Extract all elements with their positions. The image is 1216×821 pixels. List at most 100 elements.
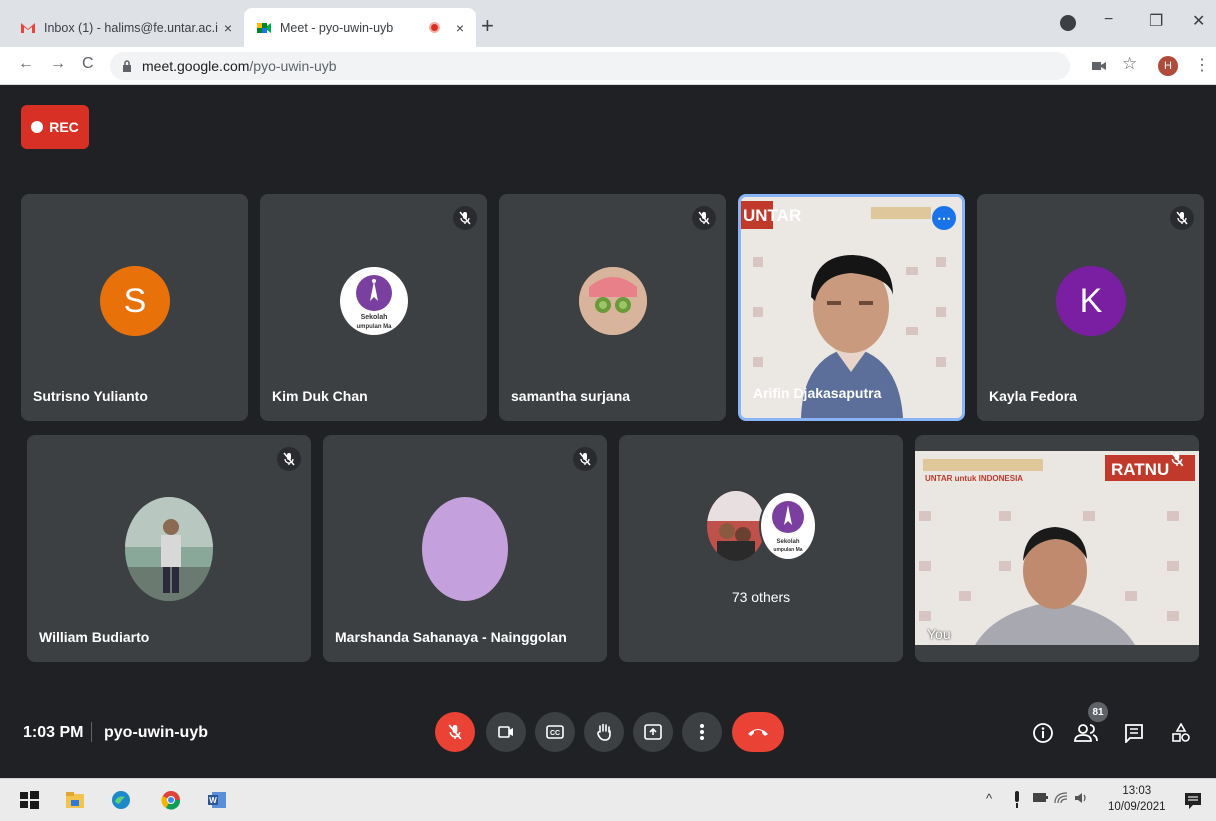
recording-badge[interactable]: REC xyxy=(21,105,89,149)
new-tab-button[interactable]: + xyxy=(481,13,494,39)
banner-subtext: UNTAR untuk INDONESIA xyxy=(925,474,1023,483)
tab-gmail[interactable]: Inbox (1) - halims@fe.untar.ac.id × xyxy=(8,8,244,47)
microphone-tray-icon[interactable] xyxy=(1013,791,1021,809)
participant-tile[interactable]: William Budiarto xyxy=(27,435,311,662)
participant-tile[interactable]: samantha surjana xyxy=(499,194,726,421)
close-tab-icon[interactable]: × xyxy=(224,20,232,36)
edge-browser-icon[interactable] xyxy=(110,789,132,811)
windows-taskbar: W ^ 13:03 10/09/2021 xyxy=(0,778,1216,821)
notifications-icon[interactable] xyxy=(1182,790,1204,812)
wifi-tray-icon[interactable] xyxy=(1054,792,1068,804)
school-logo-icon: Sekolah umpulan Ma xyxy=(356,275,392,330)
chrome-browser-icon[interactable] xyxy=(160,789,182,811)
minimize-button[interactable]: − xyxy=(1104,11,1113,29)
close-window-button[interactable]: ✕ xyxy=(1192,11,1205,31)
people-icon xyxy=(1074,724,1098,742)
leave-call-button[interactable] xyxy=(732,712,784,752)
self-label: You xyxy=(927,626,951,642)
participant-tile[interactable]: S Sutrisno Yulianto xyxy=(21,194,248,421)
svg-text:W: W xyxy=(209,796,217,805)
people-button[interactable] xyxy=(1073,720,1099,746)
media-control-icon[interactable] xyxy=(1060,15,1076,31)
avatar: S xyxy=(100,266,170,336)
logo-subtext: umpulan Ma xyxy=(773,547,802,553)
profile-photo-icon xyxy=(125,497,213,601)
bookmark-star-icon[interactable]: ☆ xyxy=(1122,54,1137,74)
participant-name: Marshanda Sahanaya - Nainggolan xyxy=(335,629,567,645)
meeting-clock: 1:03 PM xyxy=(23,724,84,741)
system-clock[interactable]: 13:03 10/09/2021 xyxy=(1108,783,1166,815)
self-tile[interactable]: RATNU UNTAR untuk INDONESIA You xyxy=(915,435,1199,662)
others-tile[interactable]: Sekolah umpulan Ma 73 others xyxy=(619,435,903,662)
word-app-icon[interactable]: W xyxy=(206,789,228,811)
mic-off-icon xyxy=(692,206,716,230)
close-tab-icon[interactable]: × xyxy=(456,20,464,36)
avatar xyxy=(125,497,213,601)
clock-date: 10/09/2021 xyxy=(1108,801,1166,813)
mic-off-icon xyxy=(453,206,477,230)
school-logo-icon: Sekolah umpulan Ma xyxy=(772,501,804,553)
url-path: /pyo-uwin-uyb xyxy=(249,58,337,74)
tab-title: Inbox (1) - halims@fe.untar.ac.id xyxy=(44,20,218,35)
mic-off-icon xyxy=(573,447,597,471)
volume-tray-icon[interactable] xyxy=(1074,792,1088,804)
reload-button[interactable]: C xyxy=(82,55,94,73)
participant-name: Arifin Djakasaputra xyxy=(753,385,882,401)
file-explorer-icon[interactable] xyxy=(64,789,86,811)
active-speaker-tile[interactable]: UNTAR ⋯ Arifin Djakasaputra xyxy=(738,194,965,421)
captions-button[interactable]: CC xyxy=(535,712,575,752)
camera-in-use-icon[interactable] xyxy=(1092,61,1106,71)
self-video-feed: RATNU UNTAR untuk INDONESIA xyxy=(915,451,1199,645)
video-camera-icon xyxy=(498,726,513,738)
windows-start-icon[interactable] xyxy=(18,789,40,811)
mic-toggle-button[interactable] xyxy=(435,712,475,752)
closed-captions-icon: CC xyxy=(546,725,564,739)
tab-meet[interactable]: Meet - pyo-uwin-uyb × xyxy=(244,8,476,47)
others-count: 73 others xyxy=(731,589,791,605)
browser-toolbar: ← → C meet.google.com /pyo-uwin-uyb ☆ H … xyxy=(0,47,1216,85)
participant-tile[interactable]: Sekolah umpulan Ma Kim Duk Chan xyxy=(260,194,487,421)
chat-button[interactable] xyxy=(1121,720,1147,746)
maximize-button[interactable]: ❐ xyxy=(1149,11,1163,31)
forward-button[interactable]: → xyxy=(50,55,66,73)
raise-hand-button[interactable] xyxy=(584,712,624,752)
tray-overflow-icon[interactable]: ^ xyxy=(986,791,992,806)
clock-time: 13:03 xyxy=(1122,785,1152,797)
avatar xyxy=(422,497,508,601)
participant-tile[interactable]: K Kayla Fedora xyxy=(977,194,1204,421)
mic-off-icon xyxy=(1170,206,1194,230)
participant-name: Kayla Fedora xyxy=(989,388,1077,404)
record-dot-icon xyxy=(31,121,44,133)
info-icon xyxy=(1033,723,1053,743)
participant-tile[interactable]: Marshanda Sahanaya - Nainggolan xyxy=(323,435,607,662)
participant-name: William Budiarto xyxy=(39,629,150,645)
more-options-button[interactable] xyxy=(682,712,722,752)
url-host: meet.google.com xyxy=(142,58,250,74)
avatar: Sekolah umpulan Ma xyxy=(759,491,817,561)
back-button[interactable]: ← xyxy=(18,55,34,73)
avatar xyxy=(579,267,647,335)
gmail-icon xyxy=(21,22,35,33)
activities-button[interactable] xyxy=(1168,720,1194,746)
banner-text: UNTAR xyxy=(743,206,801,225)
meeting-code: pyo-uwin-uyb xyxy=(104,724,208,741)
avatar-initial: S xyxy=(123,281,147,320)
logo-text: Sekolah xyxy=(776,539,799,545)
battery-tray-icon[interactable] xyxy=(1032,792,1048,804)
chat-icon xyxy=(1125,724,1143,743)
browser-menu-icon[interactable]: ⋮ xyxy=(1194,55,1210,75)
present-screen-button[interactable] xyxy=(633,712,673,752)
address-bar[interactable]: meet.google.com /pyo-uwin-uyb xyxy=(110,52,1070,80)
camera-toggle-button[interactable] xyxy=(486,712,526,752)
tab-title: Meet - pyo-uwin-uyb xyxy=(280,20,394,35)
mic-off-icon xyxy=(277,447,301,471)
profile-photo-icon xyxy=(579,267,647,335)
avatar: K xyxy=(1056,266,1126,336)
profile-avatar[interactable]: H xyxy=(1158,56,1178,76)
recording-indicator-icon xyxy=(428,22,440,33)
lock-icon xyxy=(123,60,131,72)
mic-off-icon xyxy=(448,724,462,740)
people-count-badge: 81 xyxy=(1088,702,1108,722)
meeting-details-button[interactable] xyxy=(1030,720,1056,746)
more-options-icon[interactable]: ⋯ xyxy=(932,206,956,230)
